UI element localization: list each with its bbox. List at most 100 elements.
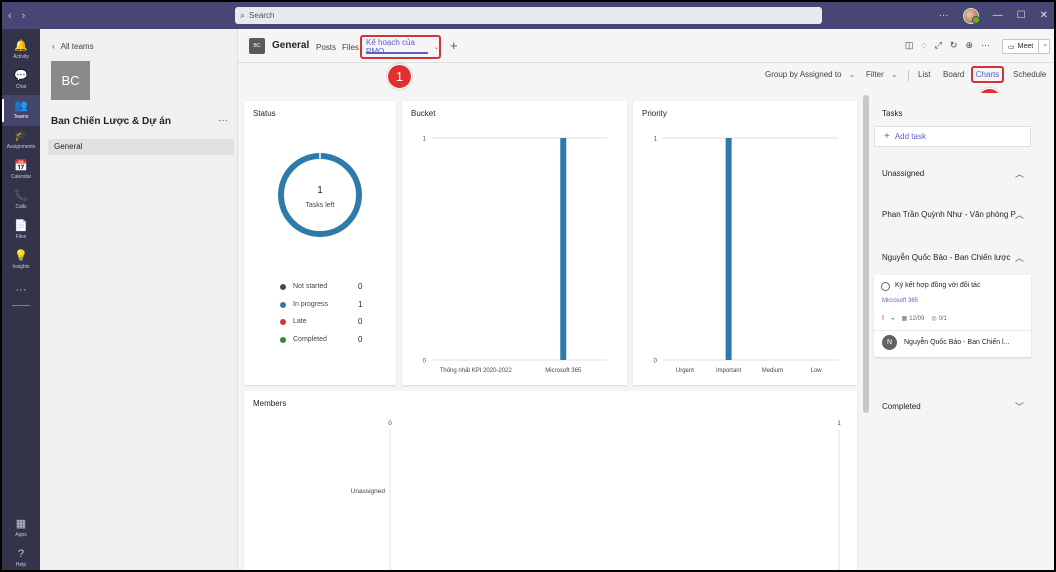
rail-item-calendar[interactable]: 📅 Calendar (2, 155, 40, 186)
meet-button[interactable]: ▭ Meet ⌄ (1002, 39, 1050, 54)
back-arrow-icon[interactable]: ‹ (8, 10, 12, 22)
chevron-down-icon[interactable]: ⌄ (1038, 40, 1048, 53)
add-task-button[interactable]: + Add task (874, 126, 1031, 147)
chevron-down-icon: ⌄ (891, 70, 898, 79)
rail-item-files[interactable]: 📄 Files (2, 215, 40, 246)
bell-icon: 🔔 (14, 40, 28, 52)
user-avatar[interactable] (962, 7, 980, 24)
close-icon[interactable]: ✕ (1040, 10, 1048, 21)
legend-value: 0 (358, 317, 363, 326)
tab-posts[interactable]: Posts (316, 43, 336, 52)
y-tick-label: 0 (654, 359, 658, 365)
conversation-icon[interactable]: ◌ (921, 40, 926, 51)
channel-item-general[interactable]: General (48, 139, 234, 155)
minimize-icon[interactable]: — (993, 10, 1003, 21)
phone-icon: 📞 (14, 190, 28, 202)
members-card: Members 0 1 Unassigned (244, 391, 857, 570)
team-panel: ‹ All teams BC Ban Chiến Lược & Dự án ··… (40, 29, 238, 570)
tasks-pane: Tasks + Add task Unassigned ︿ Phan Trần … (874, 93, 1054, 570)
tab-planner[interactable]: Kế hoạch của PMO ⌄ (360, 35, 441, 59)
teams-icon: 👥 (14, 100, 28, 112)
team-name: Ban Chiến Lược & Dự án (51, 116, 171, 127)
channel-header: BC General Posts Files Kế hoạch của PMO … (238, 29, 1054, 63)
group-by-dropdown[interactable]: Group by Assigned to ⌄ (765, 70, 855, 79)
x-tick-label: Microsoft 365 (545, 368, 582, 374)
task-card[interactable]: Ký kết hợp đồng với đối tác Microsoft 36… (874, 275, 1031, 357)
x-tick-label: Urgent (676, 368, 694, 374)
help-icon: ? (17, 548, 25, 560)
add-tab-icon[interactable]: + (450, 38, 458, 53)
legend-late: Late 0 (280, 317, 364, 326)
rail-item-apps[interactable]: ▦ Apps (2, 513, 40, 544)
chevron-up-icon[interactable]: ︿ (1015, 208, 1024, 221)
y-tick-label: 1 (654, 137, 658, 143)
rail-item-help[interactable]: ? Help (2, 543, 40, 570)
file-icon: 📄 (14, 220, 28, 232)
rail-label: Help (15, 562, 27, 568)
chevron-down-icon[interactable]: ﹀ (1015, 400, 1024, 413)
rail-label: Files (15, 234, 27, 240)
group-label: Phan Trần Quỳnh Như - Văn phòng P (882, 210, 1016, 219)
group-nguyen-quoc-bao[interactable]: Nguyễn Quốc Bảo - Ban Chiến lược ︿ (882, 251, 1032, 264)
globe-icon[interactable]: ⊕ (965, 40, 973, 51)
meet-label: Meet (1017, 43, 1034, 50)
rail-label: Calls (15, 204, 27, 210)
maximize-icon[interactable]: ☐ (1017, 10, 1026, 21)
expand-icon[interactable]: ⤢ (935, 40, 942, 51)
channel-badge: BC (249, 38, 265, 54)
group-completed[interactable]: Completed ﹀ (882, 400, 1032, 413)
chevron-left-icon: ‹ (52, 42, 55, 51)
forward-arrow-icon[interactable]: › (22, 10, 26, 22)
chevron-up-icon[interactable]: ︿ (1015, 167, 1024, 180)
search-icon: ⌕ (240, 10, 246, 20)
group-phan-tran-quynh-nhu[interactable]: Phan Trần Quỳnh Như - Văn phòng P ︿ (882, 208, 1032, 221)
task-checklist-count: 0/1 (938, 315, 947, 322)
active-tab-underline (366, 52, 428, 54)
rail-item-more[interactable]: ··· (2, 275, 40, 306)
legend-value: 1 (358, 300, 363, 309)
bucket-card: Bucket 0 1 Thống nhất KPI 2020-2022 Microso… (402, 101, 627, 385)
all-teams-link[interactable]: ‹ All teams (52, 42, 94, 51)
copilot-icon[interactable]: ◫ (905, 40, 914, 51)
task-title: Ký kết hợp đồng với đối tác (895, 282, 981, 289)
search-box[interactable]: ⌕ Search (235, 7, 822, 24)
priority-chart: 0 1 Urgent Important Medium Low (654, 137, 838, 374)
more-options-icon[interactable]: ··· (939, 10, 949, 21)
rail-item-insights[interactable]: 💡 Insights (2, 245, 40, 276)
chevron-up-icon[interactable]: ︿ (1015, 251, 1024, 264)
tab-files[interactable]: Files (342, 43, 359, 52)
filter-dropdown[interactable]: Filter ⌄ (866, 70, 898, 79)
toolbar-divider (908, 70, 909, 81)
more-apps-icon: ··· (15, 284, 27, 296)
group-unassigned[interactable]: Unassigned ︿ (882, 167, 1032, 180)
task-meta: ! ◒ ▦ 12/09 ◎ 0/1 (882, 315, 947, 323)
rail-label: Apps (15, 532, 27, 538)
refresh-icon[interactable]: ↻ (950, 40, 958, 51)
bucket-chart: 0 1 Thống nhất KPI 2020-2022 Microsoft 365 (423, 137, 607, 374)
more-icon[interactable]: ··· (981, 40, 990, 51)
schedule-view-button[interactable]: Schedule (1013, 70, 1046, 79)
group-label: Unassigned (882, 169, 925, 178)
charts-scrollbar[interactable] (863, 95, 869, 413)
rail-item-assignments[interactable]: 🎓 Assignments (2, 125, 40, 156)
legend-label: Not started (293, 283, 328, 290)
video-icon: ▭ (1008, 43, 1015, 51)
group-label: Completed (882, 402, 921, 411)
plus-icon: + (884, 131, 890, 142)
rail-item-teams[interactable]: 👥 Teams (2, 95, 40, 126)
task-label: Microsoft 365 (882, 298, 919, 304)
rail-item-calls[interactable]: 📞 Calls (2, 185, 40, 216)
x-tick-label: 1 (837, 421, 841, 427)
task-complete-checkbox[interactable] (881, 282, 890, 291)
rail-item-chat[interactable]: 💬 Chat (2, 65, 40, 96)
rail-item-activity[interactable]: 🔔 Activity (2, 35, 40, 66)
channel-title: General (272, 40, 310, 51)
chevron-down-icon: ⌄ (433, 44, 439, 51)
charts-view-button[interactable]: Charts (971, 66, 1004, 83)
list-view-button[interactable]: List (918, 70, 930, 79)
board-view-button[interactable]: Board (943, 70, 964, 79)
team-more-icon[interactable]: ··· (218, 115, 228, 126)
add-task-label: Add task (894, 132, 926, 141)
legend-dot (280, 283, 286, 290)
legend-dot (280, 301, 286, 308)
